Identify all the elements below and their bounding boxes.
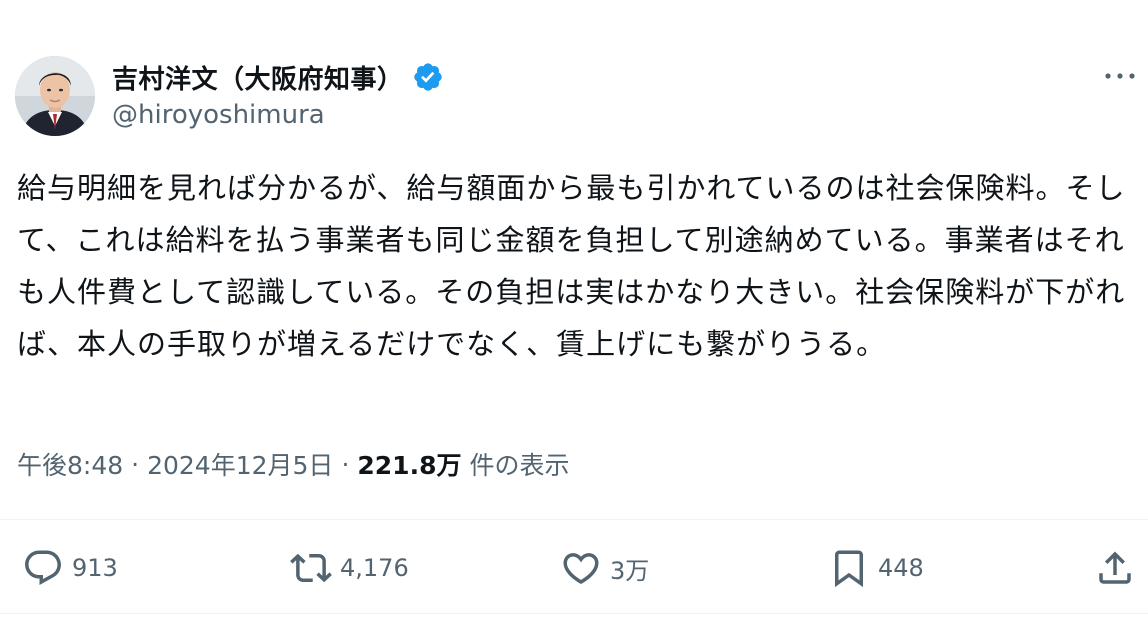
avatar-image [15, 56, 95, 136]
bookmark-icon [835, 550, 863, 588]
share-button[interactable] [1094, 546, 1136, 590]
bookmark-button[interactable]: 448 [828, 546, 924, 590]
share-icon [1099, 551, 1131, 584]
divider [0, 613, 1148, 614]
verified-badge-icon[interactable] [412, 61, 444, 93]
author-name-row: 吉村洋文（大阪府知事） [112, 58, 444, 96]
reply-icon [25, 550, 61, 585]
divider [0, 519, 1148, 520]
tweet-date[interactable]: 2024年12月5日 [147, 446, 333, 482]
views-count: 221.8万 [357, 451, 462, 480]
retweet-button[interactable]: 4,176 [290, 546, 409, 590]
author-display-name[interactable]: 吉村洋文（大阪府知事） [112, 59, 404, 96]
meta-separator: · [131, 449, 140, 479]
views-label: 件の表示 [469, 451, 570, 480]
meta-separator: · [341, 449, 350, 479]
heart-icon [563, 553, 599, 585]
reply-button[interactable]: 913 [22, 546, 118, 590]
author-handle[interactable]: @hiroyoshimura [112, 100, 325, 130]
more-options-icon[interactable] [1100, 64, 1140, 88]
tweet-text: 給与明細を見れば分かるが、給与額面から最も引かれているのは社会保険料。そして、こ… [17, 171, 1126, 361]
retweet-icon [290, 553, 332, 583]
bookmark-count: 448 [878, 554, 924, 582]
avatar[interactable] [15, 56, 95, 136]
tweet-time[interactable]: 午後8:48 [17, 446, 123, 482]
retweet-count: 4,176 [340, 554, 409, 582]
reply-count: 913 [72, 554, 118, 582]
like-count: 3万 [610, 556, 650, 585]
tweet-meta: 午後8:48 · 2024年12月5日 · 221.8万 件の表示 [17, 443, 569, 485]
like-button[interactable]: 3万 [560, 546, 649, 590]
